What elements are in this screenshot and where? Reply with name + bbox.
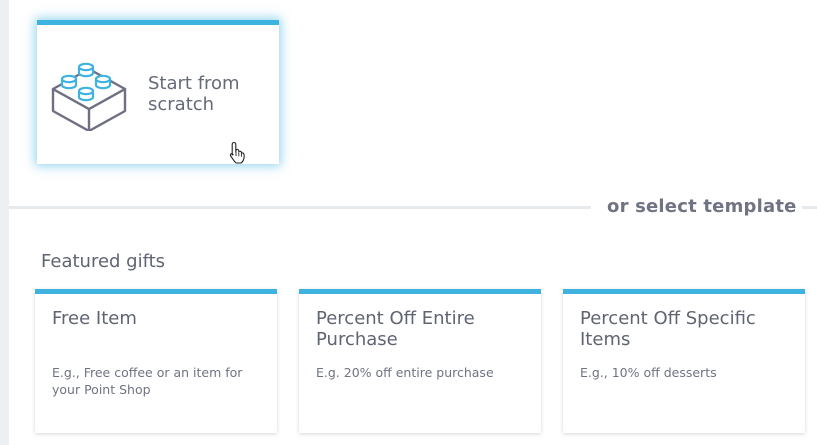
template-card-title: Percent Off Specific Items bbox=[580, 308, 756, 350]
divider-line-right bbox=[802, 206, 817, 209]
template-card-title: Free Item bbox=[52, 308, 137, 329]
template-card-free-item[interactable]: Free Item E.g., Free coffee or an item f… bbox=[35, 289, 277, 433]
template-card-description: E.g., 10% off desserts bbox=[580, 365, 717, 380]
template-card-percent-off-entire-purchase[interactable]: Percent Off Entire Purchase E.g. 20% off… bbox=[299, 289, 541, 433]
featured-gifts-heading: Featured gifts bbox=[41, 251, 166, 272]
left-rail bbox=[0, 0, 9, 445]
hand-cursor-icon bbox=[229, 141, 245, 164]
select-template-divider-label: or select template bbox=[607, 196, 797, 217]
template-card-description: E.g., Free coffee or an item for your Po… bbox=[52, 365, 243, 397]
divider-line-left bbox=[9, 206, 591, 209]
template-card-description: E.g. 20% off entire purchase bbox=[316, 365, 494, 380]
template-card-percent-off-specific-items[interactable]: Percent Off Specific Items E.g., 10% off… bbox=[563, 289, 805, 433]
start-from-scratch-label: Start from scratch bbox=[148, 73, 240, 115]
lego-brick-icon bbox=[51, 62, 127, 131]
template-card-title: Percent Off Entire Purchase bbox=[316, 308, 475, 350]
